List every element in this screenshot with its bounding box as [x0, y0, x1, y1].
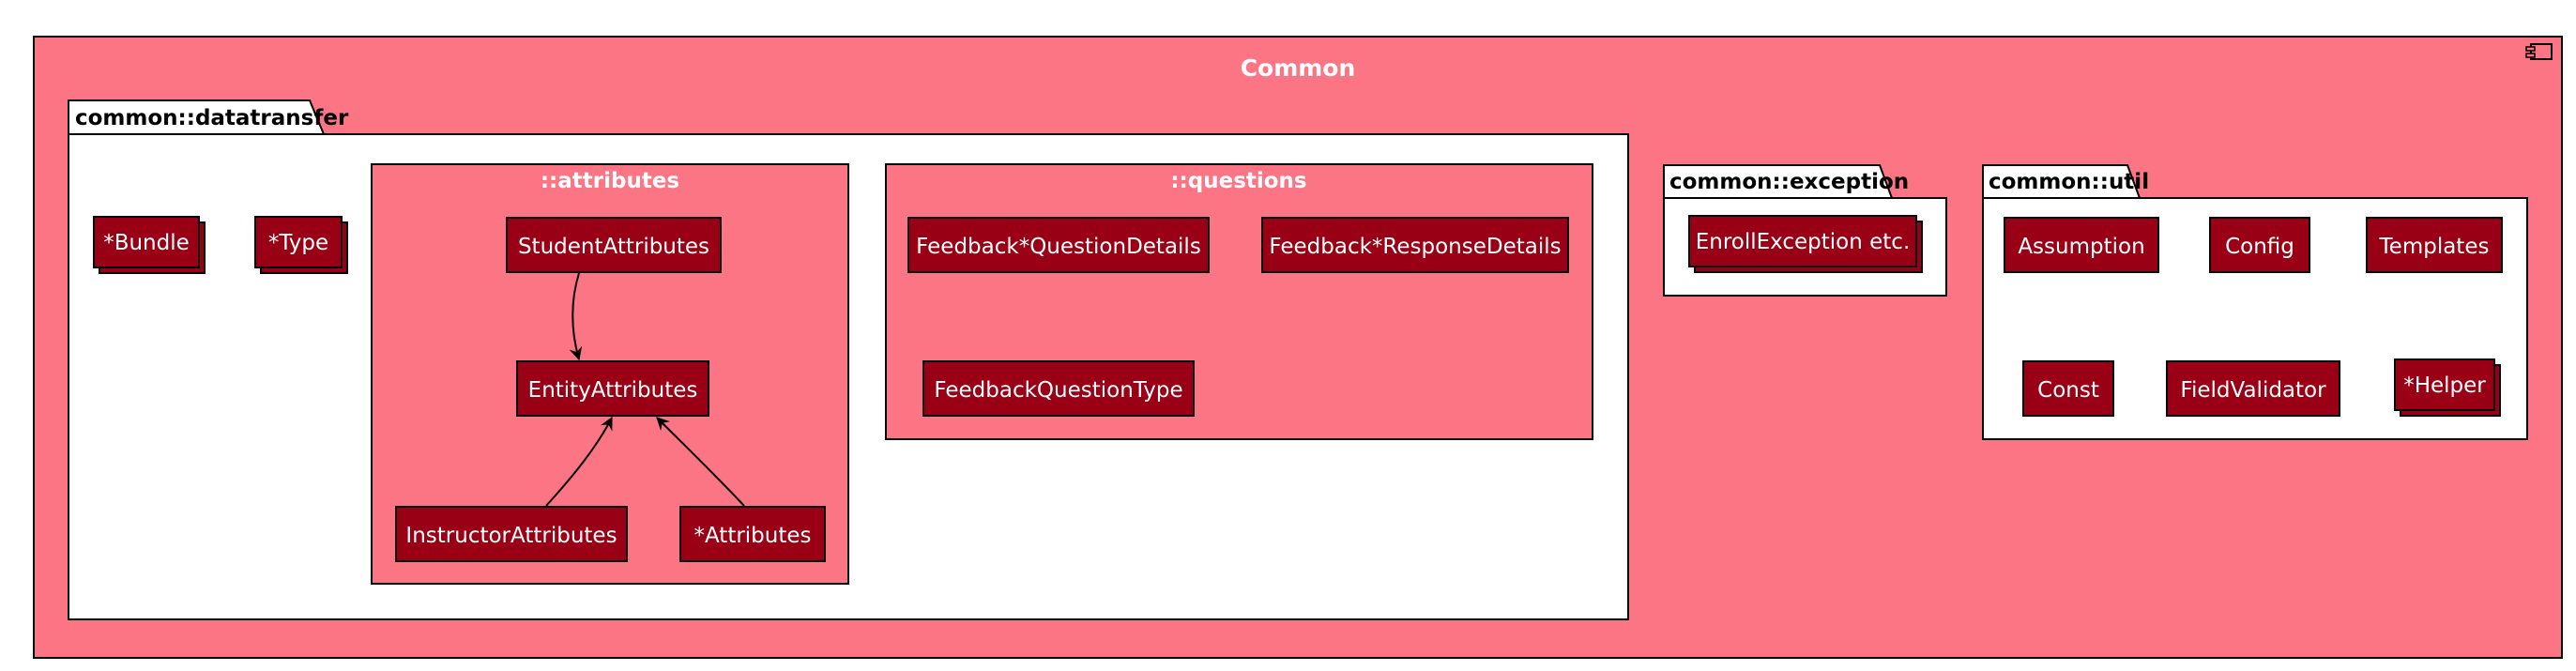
- class-config-label: Config: [2225, 235, 2294, 259]
- class-student-attributes[interactable]: StudentAttributes: [506, 217, 722, 273]
- class-question-details-label: Feedback*QuestionDetails: [916, 235, 1201, 259]
- package-util-label: common::util: [1989, 170, 2149, 194]
- class-bundle[interactable]: *Bundle: [93, 216, 206, 274]
- class-enroll-exception[interactable]: EnrollException etc.: [1688, 215, 1923, 273]
- class-type-label: *Type: [268, 231, 328, 255]
- class-helper[interactable]: *Helper: [2394, 358, 2501, 417]
- class-question-details[interactable]: Feedback*QuestionDetails: [907, 217, 1210, 273]
- class-enroll-exception-label: EnrollException etc.: [1696, 230, 1911, 254]
- class-templates-label: Templates: [2379, 235, 2490, 259]
- class-entity-attributes-label: EntityAttributes: [528, 378, 698, 403]
- class-instructor-attributes[interactable]: InstructorAttributes: [395, 506, 628, 562]
- class-type[interactable]: *Type: [254, 216, 348, 274]
- class-question-type-label: FeedbackQuestionType: [934, 378, 1182, 403]
- class-response-details[interactable]: Feedback*ResponseDetails: [1261, 217, 1569, 273]
- class-question-type[interactable]: FeedbackQuestionType: [922, 360, 1195, 417]
- package-diagram: Common common::datatransfer *Bundle *Typ…: [33, 36, 2563, 659]
- package-exception-label: common::exception: [1669, 170, 1909, 194]
- class-const-label: Const: [2037, 378, 2099, 403]
- class-config[interactable]: Config: [2209, 217, 2310, 273]
- group-questions-label: ::questions: [1170, 169, 1306, 193]
- class-other-attributes-label: *Attributes: [694, 524, 811, 548]
- class-templates[interactable]: Templates: [2366, 217, 2503, 273]
- package-datatransfer-label: common::datatransfer: [75, 106, 349, 130]
- class-field-validator-label: FieldValidator: [2180, 378, 2326, 403]
- class-bundle-label: *Bundle: [103, 231, 190, 255]
- class-const[interactable]: Const: [2022, 360, 2114, 417]
- class-field-validator[interactable]: FieldValidator: [2166, 360, 2340, 417]
- class-assumption-label: Assumption: [2018, 235, 2144, 259]
- component-title: Common: [1241, 54, 1356, 82]
- class-assumption[interactable]: Assumption: [2004, 217, 2159, 273]
- class-entity-attributes[interactable]: EntityAttributes: [516, 360, 709, 417]
- group-attributes-label: ::attributes: [541, 169, 679, 193]
- component-icon: [2525, 43, 2553, 60]
- class-instructor-attributes-label: InstructorAttributes: [405, 524, 617, 548]
- class-response-details-label: Feedback*ResponseDetails: [1269, 235, 1561, 259]
- class-other-attributes[interactable]: *Attributes: [679, 506, 826, 562]
- class-student-attributes-label: StudentAttributes: [518, 235, 709, 259]
- class-helper-label: *Helper: [2403, 374, 2486, 398]
